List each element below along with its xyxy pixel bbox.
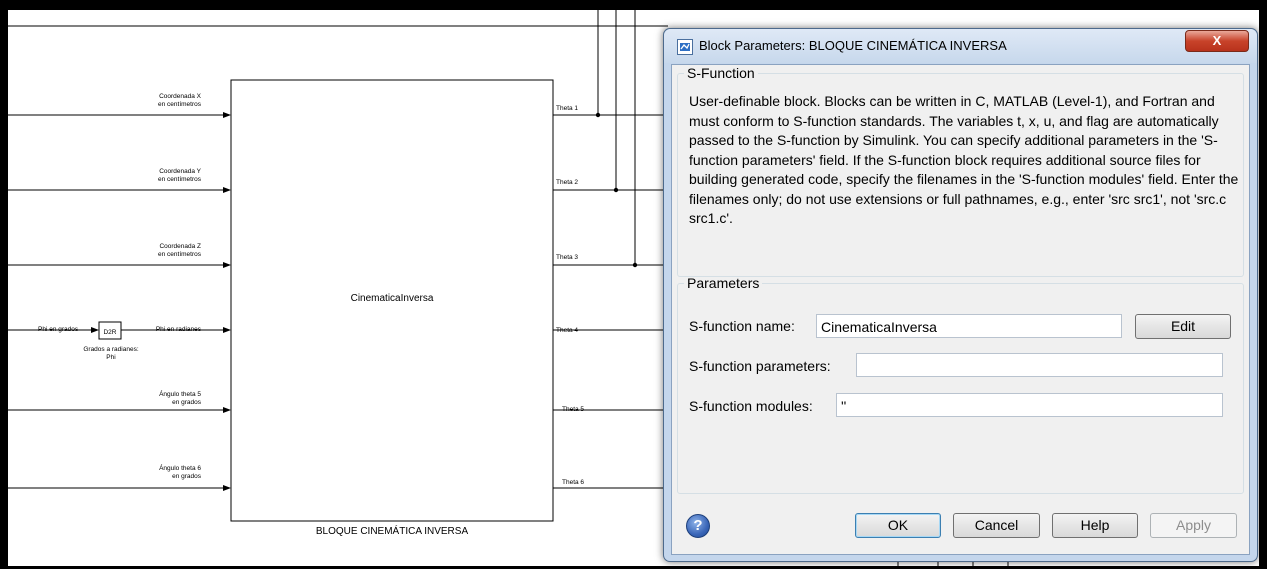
block-name: CinematicaInversa — [351, 293, 434, 304]
input-label-2b: en centímetros — [158, 176, 202, 183]
sfunction-name-label: S-function name: — [689, 318, 795, 334]
sfunction-modules-input[interactable]: '' — [836, 393, 1223, 417]
close-button[interactable]: X — [1185, 30, 1249, 52]
input-label-2a: Coordenada Y — [159, 168, 201, 175]
parameters-group: Parameters S-function name: CinematicaIn… — [677, 275, 1244, 494]
phi-input-arrow — [91, 327, 99, 333]
simulink-block-icon — [677, 39, 693, 55]
input-label-1a: Coordenada X — [159, 93, 202, 100]
input-label-1b: en centímetros — [158, 101, 202, 108]
block-parameters-dialog: Block Parameters: BLOQUE CINEMÁTICA INVE… — [663, 28, 1258, 562]
ok-button[interactable]: OK — [855, 513, 941, 538]
input-label-3a: Coordenada Z — [159, 243, 201, 250]
output-label-6: Theta 6 — [562, 479, 584, 486]
sfunction-modules-label: S-function modules: — [689, 398, 813, 414]
input-label-3b: en centímetros — [158, 251, 202, 258]
d2r-block-text: D2R — [103, 329, 116, 336]
sfunction-group: S-Function User-definable block. Blocks … — [677, 65, 1244, 277]
simulink-block-icon-graphic — [680, 43, 690, 51]
edit-button[interactable]: Edit — [1135, 314, 1231, 339]
input-arrow-6 — [223, 485, 231, 491]
sfunction-description: User-definable block. Blocks can be writ… — [689, 93, 1239, 226]
output-label-4: Theta 4 — [556, 327, 578, 334]
sfunction-legend: S-Function — [687, 65, 755, 81]
input-label-4a: Phi en radianes — [156, 326, 202, 333]
apply-button[interactable]: Apply — [1150, 513, 1237, 538]
input-label-5a: Ángulo theta 5 — [159, 389, 201, 398]
help-icon[interactable]: ? — [686, 514, 710, 538]
input-arrow-4 — [223, 327, 231, 333]
parameters-legend: Parameters — [687, 275, 760, 291]
block-caption: BLOQUE CINEMÁTICA INVERSA — [316, 524, 469, 537]
input-arrow-5 — [223, 407, 231, 413]
output-label-3: Theta 3 — [556, 254, 578, 261]
input-arrow-3 — [223, 262, 231, 268]
d2r-caption-2: Phi — [106, 354, 115, 361]
output-label-5: Theta 5 — [562, 406, 584, 413]
sfunction-parameters-input[interactable] — [856, 353, 1223, 377]
input-label-6a: Ángulo theta 6 — [159, 463, 201, 472]
d2r-caption-1: Grados a radianes: — [83, 346, 138, 353]
sfunction-name-input[interactable]: CinematicaInversa — [816, 314, 1122, 338]
dialog-titlebar[interactable]: Block Parameters: BLOQUE CINEMÁTICA INVE… — [664, 29, 1257, 63]
input-arrow-2 — [223, 187, 231, 193]
output-label-2: Theta 2 — [556, 179, 578, 186]
cancel-button[interactable]: Cancel — [953, 513, 1040, 538]
input-arrow-1 — [223, 112, 231, 118]
sfunction-parameters-label: S-function parameters: — [689, 358, 831, 374]
help-button[interactable]: Help — [1052, 513, 1138, 538]
input-label-5b: en grados — [172, 399, 202, 406]
input-label-6b: en grados — [172, 473, 202, 480]
dialog-client-area: S-Function User-definable block. Blocks … — [671, 64, 1250, 555]
output-label-1: Theta 1 — [556, 105, 578, 112]
phi-input-label: Phi en grados — [38, 326, 79, 333]
dialog-title: Block Parameters: BLOQUE CINEMÁTICA INVE… — [699, 38, 1007, 53]
